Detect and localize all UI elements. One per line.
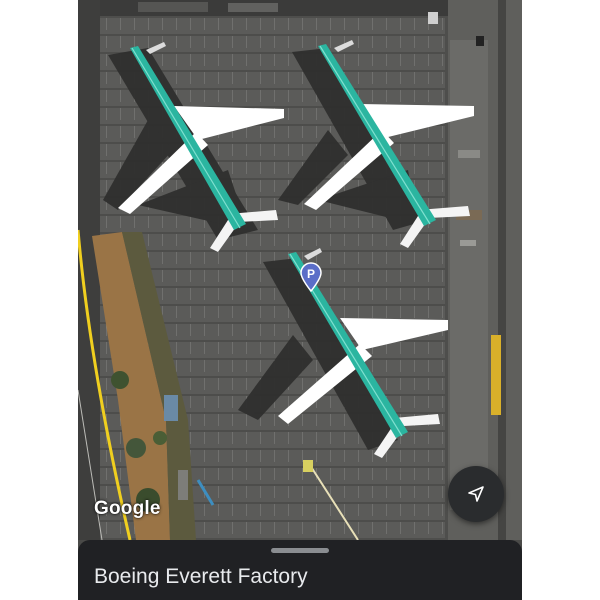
drag-handle[interactable] [271, 548, 329, 553]
phone-screen: P Google Boeing Everett Factory [78, 0, 522, 600]
parking-pin[interactable]: P [299, 262, 323, 292]
google-attribution: Google [94, 498, 161, 519]
my-location-button[interactable] [448, 466, 504, 522]
satellite-map[interactable]: P Google [78, 0, 522, 540]
place-bottom-sheet[interactable]: Boeing Everett Factory [78, 540, 522, 600]
navigation-arrow-icon [468, 486, 484, 502]
place-title: Boeing Everett Factory [94, 565, 308, 588]
pin-letter: P [306, 267, 315, 281]
